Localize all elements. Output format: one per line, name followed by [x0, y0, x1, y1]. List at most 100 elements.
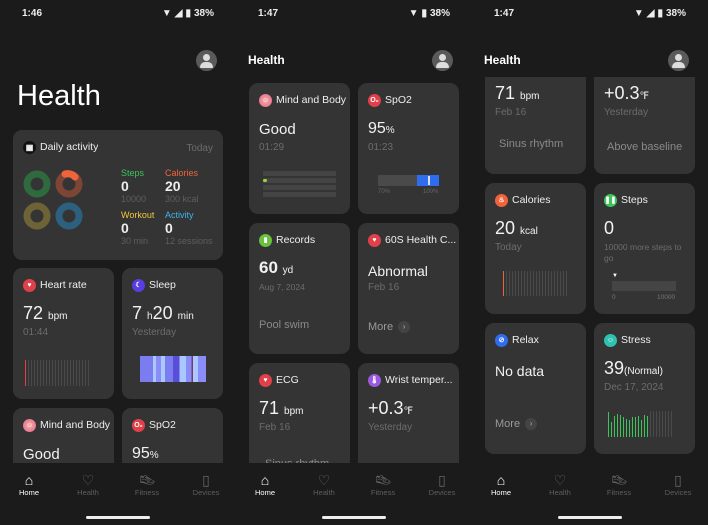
- chart-bar: [616, 413, 619, 437]
- home-indicator[interactable]: [558, 516, 622, 519]
- chart-bar: [658, 411, 661, 437]
- nav-devices[interactable]: ▯ Devices: [417, 472, 467, 497]
- avatar[interactable]: [432, 50, 453, 71]
- heart-rate-card[interactable]: ♥ Heart rate 72 bpm 01:44: [13, 268, 114, 399]
- card-title: Mind and Body: [40, 419, 111, 431]
- nav-fitness[interactable]: 👟︎ Fitness: [122, 472, 172, 497]
- chart-bar: [634, 417, 637, 437]
- chart-bar: [652, 411, 655, 437]
- wrist-value: +0.3℉: [368, 398, 414, 418]
- card-title: Sleep: [149, 279, 176, 291]
- steps-card[interactable]: ❚❚ Steps 0 10000 more steps to go ▼ 0 10…: [594, 183, 695, 314]
- sleep-chart: [140, 356, 206, 382]
- status-time: 1:47: [494, 8, 515, 19]
- chart-bar: [562, 271, 565, 296]
- chart-bar: [25, 360, 27, 386]
- nav-home[interactable]: ⌂ Home: [476, 472, 526, 497]
- spo2-card[interactable]: O₂ SpO2 95%: [122, 408, 223, 463]
- wrist-note: Above baseline: [607, 141, 683, 153]
- nav-health[interactable]: ♡ Health: [299, 472, 349, 497]
- home-icon: ⌂: [496, 472, 506, 488]
- mind-and-body-card[interactable]: ☺ Mind and Body Good: [13, 408, 114, 463]
- nav-home[interactable]: ⌂ Home: [4, 472, 54, 497]
- chart-bar: [637, 416, 640, 437]
- stress-card[interactable]: ☺ Stress 39(Normal) Dec 17, 2024: [594, 323, 695, 454]
- card-title: Relax: [512, 334, 539, 346]
- records-card[interactable]: ▮ Records 60 yd Aug 7, 2024 Pool swim: [249, 223, 350, 354]
- chart-bar: [72, 360, 75, 386]
- heart-rate-chart: [25, 360, 90, 386]
- chart-bar: [550, 271, 553, 296]
- signal-icon: ◢: [646, 8, 655, 19]
- nav-health[interactable]: ♡ Health: [63, 472, 113, 497]
- chevron-right-icon: ›: [525, 418, 538, 430]
- activity-icon: ▦: [23, 141, 36, 154]
- chart-bar: [517, 271, 520, 296]
- chart-bar: [565, 271, 568, 296]
- wrist-temperature-card[interactable]: +0.3℉ Yesterday Above baseline: [594, 77, 695, 174]
- daily-activity-card[interactable]: ▦ Daily activity Today Steps 0 10000 Calor…: [13, 130, 223, 260]
- timestamp: Yesterday: [132, 327, 177, 338]
- chart-bar: [538, 271, 541, 296]
- footprints-icon: ❚❚: [604, 194, 617, 207]
- o2-icon: O₂: [368, 94, 381, 107]
- nav-health[interactable]: ♡ Health: [535, 472, 585, 497]
- nav-devices[interactable]: ▯ Devices: [181, 472, 231, 497]
- chart-bar: [640, 420, 643, 437]
- spo2-range-bar: [378, 175, 439, 186]
- ecg-note: Sinus rhythm: [499, 138, 564, 150]
- health-check-card[interactable]: ♥ 60S Health C... Abnormal Feb 16 More ›: [358, 223, 459, 354]
- chart-bar: [57, 360, 60, 386]
- card-title: Daily activity: [40, 141, 99, 153]
- card-title: Wrist temper...: [385, 374, 453, 386]
- wifi-icon: ▼: [408, 8, 419, 19]
- stat-workout: Workout 0 30 min: [121, 210, 155, 246]
- timestamp: Yesterday: [604, 107, 649, 118]
- activity-ring: [55, 202, 83, 230]
- steps-progress-bar: [612, 281, 676, 291]
- nav-fitness[interactable]: 👟︎ Fitness: [358, 472, 408, 497]
- home-indicator[interactable]: [322, 516, 386, 519]
- chart-bar: [559, 271, 562, 296]
- card-title: ECG: [276, 374, 299, 386]
- steps-remaining: 10000 more steps to go: [604, 242, 682, 263]
- chart-bar: [511, 271, 514, 296]
- chart-bar: [87, 360, 90, 386]
- chart-bar: [69, 360, 72, 386]
- ecg-card[interactable]: ♥ ECG 71 bpm Feb 16 Sinus rhythm: [249, 363, 350, 463]
- page-title: Health: [484, 53, 521, 67]
- flame-icon: ♨: [495, 194, 508, 207]
- ecg-value: 71 bpm: [495, 83, 540, 103]
- chart-bar: [63, 360, 66, 386]
- chart-bar: [670, 411, 673, 437]
- chart-bar: [42, 360, 45, 386]
- chart-bar: [556, 271, 559, 296]
- timestamp: 01:29: [259, 142, 285, 153]
- wrist-temperature-card[interactable]: 🌡︎ Wrist temper... +0.3℉ Yesterday: [358, 363, 459, 463]
- ecg-card[interactable]: 71 bpm Feb 16 Sinus rhythm: [485, 77, 586, 174]
- sleep-card[interactable]: ☾ Sleep 7 h20 min Yesterday: [122, 268, 223, 399]
- more-link[interactable]: More ›: [495, 418, 538, 430]
- nav-home[interactable]: ⌂ Home: [240, 472, 290, 497]
- nav-devices[interactable]: ▯ Devices: [653, 472, 703, 497]
- timestamp: Feb 16: [495, 107, 527, 118]
- spo2-card[interactable]: O₂ SpO2 95% 01:23 70% 100%: [358, 83, 459, 214]
- timestamp: Today: [495, 242, 522, 253]
- card-title: Heart rate: [40, 279, 87, 291]
- heart-value: 72 bpm: [23, 303, 68, 323]
- mind-and-body-card[interactable]: ☺ Mind and Body Good 01:29: [249, 83, 350, 214]
- nav-fitness[interactable]: 👟︎ Fitness: [594, 472, 644, 497]
- calories-card[interactable]: ♨ Calories 20 kcal Today: [485, 183, 586, 314]
- spo2-min-label: 70%: [378, 189, 391, 195]
- card-title: Records: [276, 234, 316, 246]
- home-icon: ⌂: [24, 472, 34, 488]
- home-indicator[interactable]: [86, 516, 150, 519]
- mind-value: Good: [259, 121, 296, 138]
- chart-bar: [649, 411, 652, 437]
- more-link[interactable]: More ›: [368, 321, 411, 333]
- shoe-icon: 👟︎: [610, 472, 628, 488]
- avatar[interactable]: [668, 50, 689, 71]
- steps-value: 0: [604, 218, 615, 238]
- relax-card[interactable]: ⊘ Relax No data More ›: [485, 323, 586, 454]
- workout-ring: [23, 202, 51, 230]
